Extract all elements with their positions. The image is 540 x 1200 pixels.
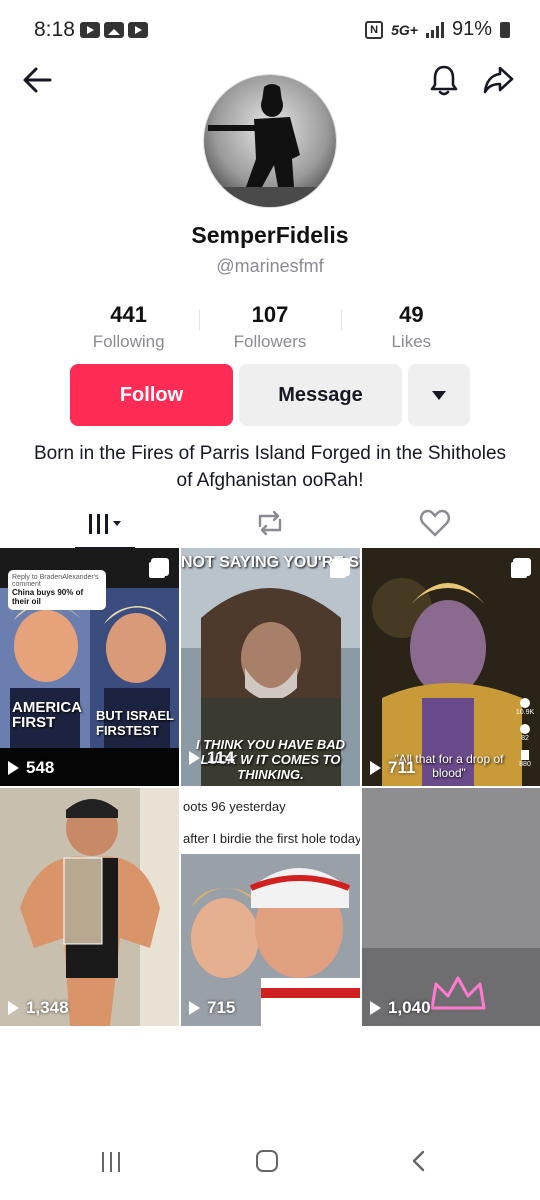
grid-icon	[89, 514, 121, 534]
avatar[interactable]	[203, 74, 337, 208]
heart-icon	[420, 509, 450, 537]
follow-button[interactable]: Follow	[70, 364, 233, 426]
view-count: 548	[8, 758, 54, 778]
embedded-action-bar: 10.9K 82 880	[513, 698, 537, 770]
stat-value: 107	[251, 302, 289, 327]
play-icon	[370, 761, 381, 775]
gallery-notification-icon	[104, 22, 124, 38]
multi-photo-icon	[513, 558, 531, 576]
multi-photo-icon	[151, 558, 169, 576]
username-handle: @marinesfmf	[216, 256, 324, 276]
reply-text: China buys 90% of their oil	[12, 588, 84, 606]
thumbnail-image	[0, 788, 179, 1026]
play-icon	[189, 1001, 200, 1015]
status-bar: 8:18 N 5G+ 91%	[0, 0, 540, 60]
bookmark-icon	[521, 750, 529, 760]
stat-likes[interactable]: 49 Likes	[340, 302, 482, 352]
view-count: 715	[189, 998, 235, 1018]
stat-following[interactable]: 441 Following	[58, 302, 199, 352]
share-icon	[483, 66, 514, 94]
notification-icons	[80, 22, 148, 38]
video-thumbnail[interactable]: 1,040	[362, 788, 540, 1026]
status-right: N 5G+ 91%	[365, 18, 510, 41]
video-caption-line1: oots 96 yesterday	[181, 796, 360, 817]
multi-photo-icon	[332, 558, 350, 576]
message-button[interactable]: Message	[239, 364, 402, 426]
recent-apps-button[interactable]	[102, 1152, 120, 1172]
caret-down-icon	[432, 390, 446, 400]
bell-icon	[430, 65, 458, 96]
system-back-button[interactable]	[408, 1150, 430, 1172]
play-icon	[8, 761, 19, 775]
left-banner-text: AMERICA FIRST	[12, 699, 82, 731]
chevron-left-icon	[412, 1150, 425, 1172]
stat-value: 49	[399, 302, 424, 327]
video-thumbnail[interactable]: "All that for a drop of blood" 10.9K 82 …	[362, 548, 540, 786]
play-icon	[189, 751, 200, 765]
battery-percent: 91%	[451, 18, 492, 40]
home-button[interactable]	[256, 1150, 278, 1172]
view-count: 1,040	[370, 998, 431, 1018]
share-button[interactable]	[480, 62, 516, 98]
signal-icon	[425, 21, 444, 38]
video-thumbnail[interactable]: Reply to BradenAlexander's comment China…	[0, 548, 179, 786]
tab-liked[interactable]	[405, 500, 465, 546]
tab-reposts[interactable]	[240, 500, 300, 546]
stat-label: Following	[92, 332, 165, 351]
stat-label: Followers	[233, 332, 307, 351]
youtube-notification-icon	[80, 22, 100, 38]
view-count: 114	[189, 748, 234, 768]
profile-bio: Born in the Fires of Parris Island Forge…	[33, 443, 507, 491]
play-icon	[8, 1001, 19, 1015]
thumbnail-image	[181, 788, 360, 1026]
tab-videos[interactable]	[75, 500, 135, 546]
video-thumbnail[interactable]: oots 96 yesterday after I birdie the fir…	[181, 788, 360, 1026]
profile-tabs	[0, 500, 540, 549]
notifications-button[interactable]	[426, 62, 462, 98]
youtube-notification-icon	[128, 22, 148, 38]
heart-icon	[520, 698, 530, 708]
stat-label: Likes	[391, 332, 432, 351]
stat-followers[interactable]: 107 Followers	[199, 302, 340, 352]
profile-stats: 441 Following 107 Followers 49 Likes	[58, 302, 482, 352]
thumbnail-image	[362, 788, 540, 1026]
reply-header: Reply to BradenAlexander's comment	[12, 574, 99, 588]
reply-comment-card: Reply to BradenAlexander's comment China…	[8, 570, 106, 610]
play-icon	[370, 1001, 381, 1015]
status-time: 8:18	[34, 18, 75, 41]
embedded-like-count: 10.9K	[515, 709, 535, 716]
nfc-icon: N	[365, 20, 384, 39]
embedded-comment-count: 82	[521, 735, 529, 742]
stat-value: 441	[110, 302, 148, 327]
view-count: 711	[370, 758, 415, 778]
view-count: 1,348	[8, 998, 69, 1018]
network-type: 5G+	[391, 21, 418, 38]
right-banner-text: BUT ISRAEL FIRSTEST	[96, 708, 174, 738]
comment-icon	[520, 724, 530, 734]
embedded-save-count: 880	[519, 761, 531, 768]
soldier-avatar-image	[204, 75, 336, 207]
video-thumbnail[interactable]: NOT SAYING YOU'RE STUPI I THINK YOU HAVE…	[181, 548, 360, 786]
arrow-left-icon	[23, 67, 52, 93]
back-button[interactable]	[20, 62, 56, 98]
suggested-accounts-button[interactable]	[408, 364, 470, 426]
video-thumbnail[interactable]: 1,348	[0, 788, 179, 1026]
system-navigation-bar	[0, 1134, 540, 1200]
battery-icon	[500, 21, 510, 38]
display-name: SemperFidelis	[191, 222, 349, 248]
repost-icon	[258, 510, 282, 536]
video-caption-line2: after I birdie the first hole today	[181, 828, 360, 849]
